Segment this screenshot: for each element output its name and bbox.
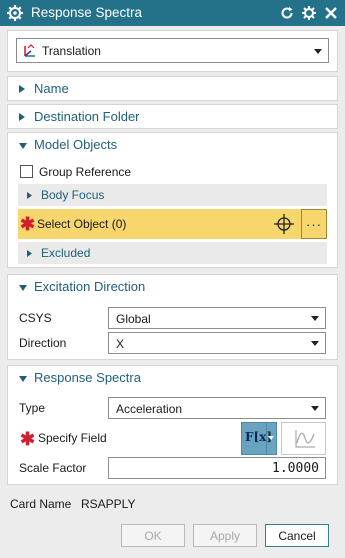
specify-field-label: Specify Field (38, 431, 107, 445)
type-select-value: Translation (42, 44, 101, 58)
select-object-label: Select Object (0) (37, 217, 127, 231)
close-icon[interactable] (321, 3, 341, 23)
required-asterisk-icon: ✱ (20, 214, 36, 234)
group-reference-checkbox[interactable] (20, 165, 33, 178)
excluded-row[interactable]: Excluded (18, 242, 327, 264)
expand-right-icon (19, 113, 25, 121)
direction-select-value: X (116, 337, 125, 351)
name-section: Name (7, 76, 338, 101)
chevron-down-icon (311, 341, 319, 346)
model-objects-label: Model Objects (34, 137, 118, 152)
response-spectra-label: Response Spectra (34, 370, 141, 385)
cancel-button[interactable]: Cancel (265, 524, 329, 547)
function-button[interactable]: F[x] (241, 422, 277, 455)
name-section-label: Name (34, 81, 69, 96)
excluded-label: Excluded (41, 246, 91, 260)
required-asterisk-icon: ✱ (20, 429, 36, 449)
model-objects-section: Model Objects Group Reference Body Focus… (7, 132, 338, 268)
collapse-down-icon (19, 285, 27, 291)
body-focus-row[interactable]: Body Focus (18, 184, 327, 206)
card-name-value: RSAPPLY (81, 497, 136, 511)
crosshair-icon[interactable] (273, 213, 295, 235)
response-spectra-section: Response Spectra Type Acceleration ✱ Spe… (7, 365, 338, 485)
destination-folder-header[interactable]: Destination Folder (8, 105, 337, 129)
more-options-button[interactable]: ··· (301, 209, 327, 239)
scale-factor-value: 1.0000 (272, 461, 319, 476)
body-focus-label: Body Focus (41, 188, 105, 202)
type-panel: Translation (7, 30, 338, 72)
csys-select[interactable]: Global (108, 307, 326, 329)
csys-label: CSYS (19, 311, 52, 325)
settings-icon[interactable] (299, 3, 319, 23)
collapse-down-icon (19, 376, 27, 382)
chevron-down-icon (311, 316, 319, 321)
scale-factor-input[interactable]: 1.0000 (108, 457, 326, 479)
chevron-down-icon (268, 436, 274, 440)
collapse-down-icon (19, 143, 27, 149)
translation-axes-icon (22, 43, 38, 59)
destination-folder-label: Destination Folder (34, 109, 140, 124)
type-select[interactable]: Translation (16, 38, 329, 63)
chevron-down-icon (314, 49, 322, 54)
plot-field-button[interactable] (281, 422, 326, 455)
response-type-select[interactable]: Acceleration (108, 397, 326, 419)
model-objects-header[interactable]: Model Objects (8, 133, 337, 157)
title-bar: Response Spectra (0, 0, 345, 26)
excitation-direction-header[interactable]: Excitation Direction (8, 275, 337, 299)
select-object-row[interactable]: ✱ Select Object (0) ··· (18, 209, 327, 239)
destination-folder-section: Destination Folder (7, 104, 338, 129)
expand-right-icon (27, 250, 32, 257)
settings-app-icon (6, 4, 24, 22)
excitation-direction-label: Excitation Direction (34, 279, 146, 294)
expand-right-icon (27, 192, 32, 199)
ok-button[interactable]: OK (121, 524, 185, 547)
function-dropdown[interactable] (266, 423, 275, 454)
apply-button[interactable]: Apply (193, 524, 257, 547)
direction-label: Direction (19, 336, 67, 350)
chevron-down-icon (311, 406, 319, 411)
excitation-direction-section: Excitation Direction CSYS Global Directi… (7, 274, 338, 360)
direction-select[interactable]: X (108, 332, 326, 354)
name-section-header[interactable]: Name (8, 77, 337, 101)
reset-icon[interactable] (277, 3, 297, 23)
response-spectra-header[interactable]: Response Spectra (8, 366, 337, 390)
type-label: Type (19, 401, 46, 415)
curve-plot-icon (295, 430, 315, 448)
expand-right-icon (19, 85, 25, 93)
response-type-value: Acceleration (116, 402, 183, 416)
card-name-label: Card Name (10, 497, 72, 511)
window-title: Response Spectra (31, 5, 143, 20)
group-reference-label: Group Reference (39, 165, 132, 179)
scale-factor-label: Scale Factor (19, 461, 87, 475)
csys-select-value: Global (116, 312, 151, 326)
